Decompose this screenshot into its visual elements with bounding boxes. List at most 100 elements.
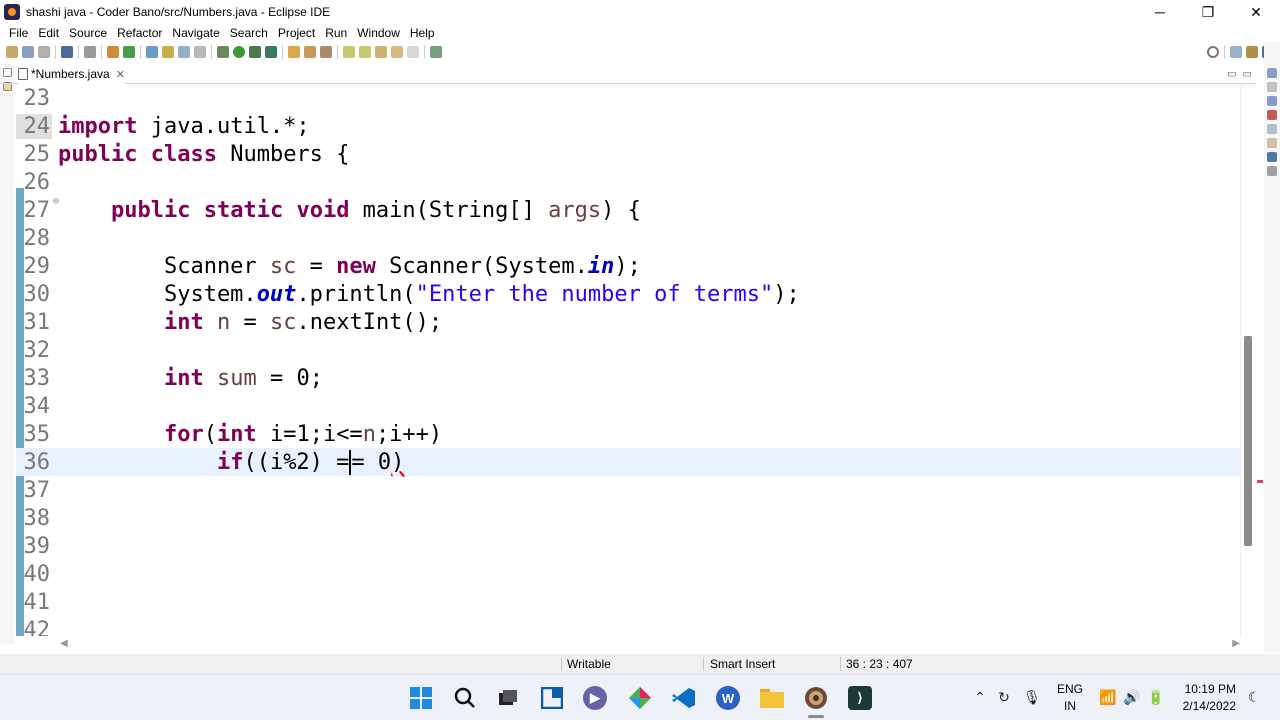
coverage-icon[interactable]: [249, 46, 261, 58]
outline-icon[interactable]: [1267, 82, 1277, 92]
close-tab-icon[interactable]: ✕: [116, 68, 125, 81]
java-perspective-icon[interactable]: [1246, 46, 1258, 58]
pinned-app-button[interactable]: [626, 684, 654, 712]
javadoc-icon[interactable]: [1267, 124, 1277, 134]
tab-numbers-java[interactable]: *Numbers.java ✕: [18, 64, 125, 84]
code-line[interactable]: 39: [16, 532, 1240, 560]
task-list-icon[interactable]: [1267, 96, 1277, 106]
save-icon[interactable]: [22, 46, 34, 58]
code-line[interactable]: 30 System.out.println("Enter the number …: [16, 280, 1240, 308]
problems-icon[interactable]: [1267, 110, 1277, 120]
run-icon[interactable]: [233, 46, 245, 58]
teams-chat-button[interactable]: ▶: [581, 684, 609, 712]
menu-navigate[interactable]: Navigate: [167, 26, 224, 40]
code-line[interactable]: 34: [16, 392, 1240, 420]
annotation-icon[interactable]: [178, 46, 190, 58]
declaration-icon[interactable]: [1267, 138, 1277, 148]
code-text[interactable]: Scanner sc = new Scanner(System.in);: [58, 254, 641, 279]
code-line[interactable]: 27 ⊖ public static void main(String[] arg…: [16, 196, 1240, 224]
code-line[interactable]: 36 if((i%2) == 0): [16, 448, 1240, 476]
progress-icon[interactable]: [1267, 166, 1277, 176]
code-line[interactable]: 38: [16, 504, 1240, 532]
eclipse-taskbar-button[interactable]: [802, 684, 830, 712]
debug-icon[interactable]: [217, 46, 229, 58]
last-edit-icon[interactable]: [375, 46, 387, 58]
code-editor[interactable]: 23 24 import java.util.*; 25 public class Nu…: [16, 84, 1240, 636]
code-text[interactable]: public static void main(String[] args) {: [58, 198, 641, 223]
code-text[interactable]: public class Numbers {: [58, 142, 349, 167]
horizontal-scrollbar[interactable]: ◀ ▶: [60, 638, 1240, 652]
open-type-icon[interactable]: [146, 46, 158, 58]
battery-icon[interactable]: 🔋: [1147, 689, 1164, 705]
minimize-button[interactable]: ─: [1136, 0, 1184, 24]
fold-icon[interactable]: ⊖: [53, 196, 59, 207]
menu-edit[interactable]: Edit: [33, 26, 64, 40]
menu-refactor[interactable]: Refactor: [112, 26, 167, 40]
menu-window[interactable]: Window: [352, 26, 405, 40]
menu-source[interactable]: Source: [64, 26, 112, 40]
overview-ruler[interactable]: [1256, 84, 1264, 636]
microphone-icon[interactable]: 🎙: [1023, 689, 1041, 705]
error-marker[interactable]: [1257, 480, 1263, 483]
menu-help[interactable]: Help: [405, 26, 440, 40]
scroll-left-icon[interactable]: ◀: [60, 638, 68, 649]
code-text[interactable]: int sum = 0;: [58, 366, 323, 391]
restore-icon[interactable]: [1267, 68, 1277, 78]
language-indicator[interactable]: ENG IN: [1057, 681, 1083, 715]
pin-editor-icon[interactable]: [430, 46, 442, 58]
back-icon[interactable]: [391, 46, 403, 58]
sync-icon[interactable]: ↻: [996, 689, 1012, 705]
open-perspective-icon[interactable]: [1230, 46, 1242, 58]
menu-file[interactable]: File: [4, 26, 33, 40]
volume-icon[interactable]: 🔊: [1123, 689, 1140, 705]
file-explorer-button[interactable]: [758, 684, 786, 712]
menu-run[interactable]: Run: [320, 26, 352, 40]
code-text[interactable]: if((i%2) == 0): [58, 449, 404, 475]
code-line[interactable]: 40: [16, 560, 1240, 588]
widgets-button[interactable]: [538, 684, 566, 712]
code-line[interactable]: 35 for(int i=1;i<=n;i++): [16, 420, 1240, 448]
code-text[interactable]: int n = sc.nextInt();: [58, 310, 442, 335]
vertical-scrollbar[interactable]: [1240, 84, 1256, 636]
new-icon[interactable]: [6, 46, 18, 58]
code-line[interactable]: 33 int sum = 0;: [16, 364, 1240, 392]
code-text[interactable]: for(int i=1;i<=n;i++): [58, 422, 442, 447]
task-view-button[interactable]: [494, 684, 522, 712]
code-line[interactable]: 42: [16, 616, 1240, 637]
terminal-button[interactable]: ⟩: [846, 684, 874, 712]
prev-annotation-icon[interactable]: [359, 46, 371, 58]
code-line[interactable]: 41: [16, 588, 1240, 616]
scroll-right-icon[interactable]: ▶: [1232, 638, 1240, 649]
show-hidden-icons[interactable]: ⌃: [972, 689, 988, 705]
code-line[interactable]: 28: [16, 224, 1240, 252]
external-tools-icon[interactable]: [265, 46, 277, 58]
wps-office-button[interactable]: W: [714, 684, 742, 712]
code-line[interactable]: 32: [16, 336, 1240, 364]
vscode-button[interactable]: [670, 684, 698, 712]
scrollbar-thumb[interactable]: [1244, 336, 1252, 546]
code-text[interactable]: import java.util.*;: [58, 114, 310, 139]
code-line[interactable]: 25 public class Numbers {: [16, 140, 1240, 168]
menu-search[interactable]: Search: [225, 26, 273, 40]
save-all-icon[interactable]: [38, 46, 50, 58]
taskbar-search[interactable]: [451, 684, 479, 712]
next-annotation-icon[interactable]: [343, 46, 355, 58]
menu-project[interactable]: Project: [273, 26, 320, 40]
search-icon[interactable]: [1207, 46, 1219, 58]
pen-icon[interactable]: [320, 46, 332, 58]
package-icon[interactable]: [107, 46, 119, 58]
console-icon[interactable]: [1267, 152, 1277, 162]
system-clock[interactable]: 10:19 PM 2/14/2022: [1176, 681, 1236, 715]
new-class-icon[interactable]: [123, 46, 135, 58]
code-line[interactable]: 29 Scanner sc = new Scanner(System.in);: [16, 252, 1240, 280]
maximize-button[interactable]: ❐: [1184, 0, 1232, 24]
start-button[interactable]: [407, 684, 435, 712]
code-line[interactable]: 37: [16, 476, 1240, 504]
code-line[interactable]: 23: [16, 84, 1240, 112]
notifications-icon[interactable]: ☾: [1246, 689, 1262, 705]
wifi-icon[interactable]: 📶: [1099, 689, 1116, 705]
code-line[interactable]: 31 int n = sc.nextInt();: [16, 308, 1240, 336]
code-text[interactable]: System.out.println("Enter the number of …: [58, 282, 800, 307]
code-line[interactable]: 24 import java.util.*;: [16, 112, 1240, 140]
open-folder-icon[interactable]: [288, 46, 300, 58]
